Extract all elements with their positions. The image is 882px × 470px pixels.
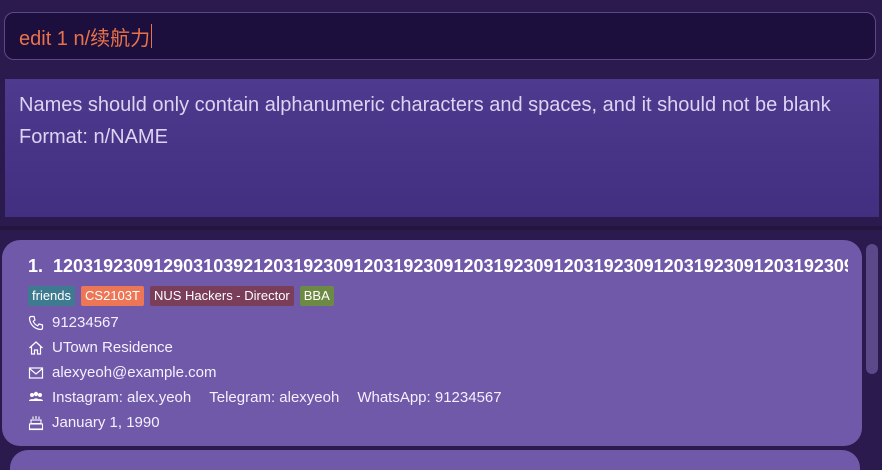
cake-icon <box>28 415 44 431</box>
result-message: Names should only contain alphanumeric c… <box>19 94 831 116</box>
instagram-value: Instagram: alex.yeoh <box>52 389 192 406</box>
person-list[interactable]: 1. 12031923091290310392120319230912031923… <box>0 232 882 470</box>
list-scrollbar[interactable] <box>866 244 878 374</box>
divider <box>0 226 882 230</box>
email-value: alexyeoh@example.com <box>52 364 217 381</box>
address-row: UTown Residence <box>28 335 862 360</box>
socials-row: Instagram: alex.yeoh Telegram: alexyeoh … <box>28 385 862 410</box>
person-name-line: 1. 12031923091290310392120319230912031923… <box>28 256 848 277</box>
person-index: 1. <box>28 256 44 276</box>
tag-course: BBA <box>299 286 334 306</box>
tag-role: NUS Hackers - Director <box>149 286 294 306</box>
command-text[interactable]: edit 1 n/续航力 <box>19 22 150 51</box>
tag-friends: friends <box>28 286 76 306</box>
birthday-row: January 1, 1990 <box>28 410 862 435</box>
person-name: 1203192309129031039212031923091203192309… <box>53 256 848 276</box>
tag-list: friends CS2103T NUS Hackers - Director B… <box>28 286 862 306</box>
tag-module: CS2103T <box>81 286 144 306</box>
phone-value: 91234567 <box>52 314 119 331</box>
text-caret <box>151 24 153 48</box>
birthday-value: January 1, 1990 <box>52 414 160 431</box>
phone-row: 91234567 <box>28 310 862 335</box>
mail-icon <box>28 365 44 381</box>
result-display: Names should only contain alphanumeric c… <box>4 78 880 218</box>
telegram-value: Telegram: alexyeoh <box>209 389 340 406</box>
email-row: alexyeoh@example.com <box>28 360 862 385</box>
phone-icon <box>28 315 44 331</box>
whatsapp-value: WhatsApp: 91234567 <box>357 389 502 406</box>
person-card-next[interactable] <box>10 450 860 470</box>
people-icon <box>28 390 44 406</box>
home-icon <box>28 340 44 356</box>
address-value: UTown Residence <box>52 339 173 356</box>
person-card[interactable]: 1. 12031923091290310392120319230912031923… <box>2 240 862 446</box>
result-format: Format: n/NAME <box>19 126 168 148</box>
command-input[interactable]: edit 1 n/续航力 <box>4 12 876 60</box>
